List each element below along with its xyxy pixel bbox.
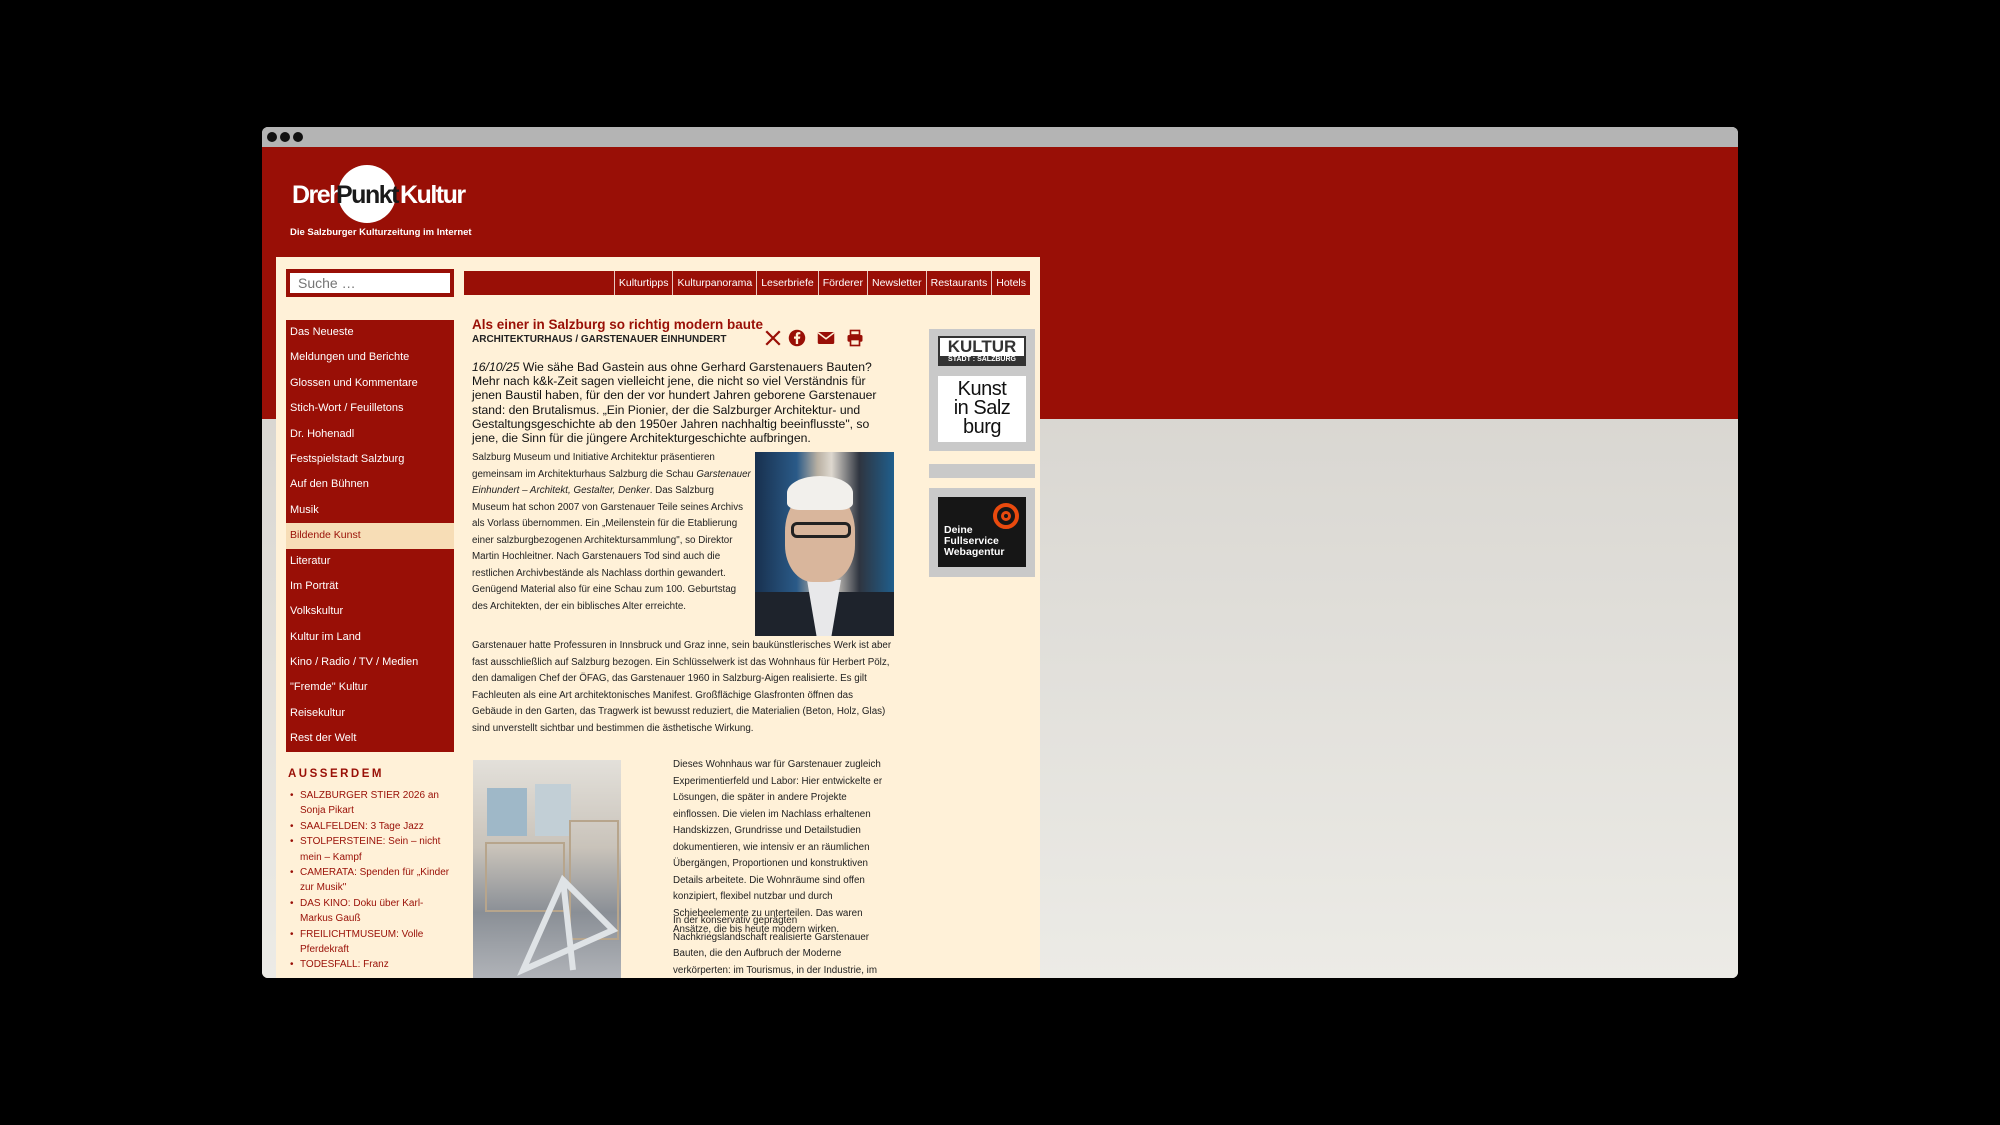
kunst-in-salzburg-banner[interactable]: KULTUR STADT : SALZBURG Kunst in Salz bur…	[929, 329, 1035, 451]
article-paragraph: Salzburg Museum und Initiative Architekt…	[472, 450, 752, 615]
share-bar	[764, 329, 884, 349]
topnav-kulturtipps[interactable]: Kulturtipps	[613, 271, 673, 295]
sidenav-item[interactable]: Rest der Welt	[286, 726, 454, 752]
article-text: . Das Salzburg Museum hat schon 2007 von…	[472, 485, 744, 612]
article-paragraph: Dieses Wohnhaus war für Garstenauer zugl…	[673, 759, 883, 935]
webagentur-banner[interactable]: Deine Fullservice Webagentur	[929, 488, 1035, 577]
aside-link[interactable]: CAMERATA: Spenden für „Kinder zur Musik"	[290, 865, 450, 896]
facebook-icon[interactable]	[788, 329, 808, 349]
aside-link[interactable]: TODESFALL: Franz	[290, 957, 450, 973]
sidenav-item[interactable]: Musik	[286, 497, 454, 524]
agency-logo-inner	[1001, 511, 1011, 521]
sidenav-item[interactable]: Festspielstadt Salzburg	[286, 446, 454, 473]
portrait-glasses	[791, 522, 851, 538]
logo-word-kultur: Kultur	[400, 181, 466, 209]
sidenav-item[interactable]: "Fremde" Kultur	[286, 675, 454, 701]
article-date: 16/10/25	[472, 360, 520, 374]
browser-window: Dreh Punkt Kultur Die Salzburger Kulturz…	[262, 127, 1738, 978]
portrait-hair	[787, 476, 853, 510]
sidenav-item[interactable]: Kultur im Land	[286, 624, 454, 651]
print-icon[interactable]	[846, 329, 866, 349]
window-minimize-control[interactable]	[280, 132, 290, 142]
aside-list: SALZBURGER STIER 2026 an Sonja Pikart SA…	[290, 788, 450, 973]
aside-link[interactable]: STOLPERSTEINE: Sein – nicht mein – Kampf	[290, 834, 450, 865]
sidenav-item[interactable]: Auf den Bühnen	[286, 472, 454, 498]
aside-link[interactable]: FREILICHTMUSEUM: Volle Pferdekraft	[290, 927, 450, 958]
topnav-newsletter[interactable]: Newsletter	[867, 271, 926, 295]
topnav-kulturpanorama[interactable]: Kulturpanorama	[672, 271, 756, 295]
agency-line: Webagentur	[944, 546, 1005, 558]
topnav-hotels[interactable]: Hotels	[991, 271, 1030, 295]
photo-board	[487, 788, 527, 836]
top-navigation: Kulturtipps Kulturpanorama Leserbriefe F…	[464, 271, 1030, 295]
page: Dreh Punkt Kultur Die Salzburger Kulturz…	[262, 147, 1738, 978]
sidenav-item[interactable]: Meldungen und Berichte	[286, 345, 454, 371]
webagentur-ad: Deine Fullservice Webagentur	[938, 497, 1026, 567]
photo-sculpture	[517, 874, 619, 976]
kunst-in-salzburg-logo: Kunst in Salz burg	[938, 376, 1026, 442]
aside-link[interactable]: SALZBURGER STIER 2026 an Sonja Pikart	[290, 788, 450, 819]
article-lead-text: Wie sähe Bad Gastein aus ohne Gerhard Ga…	[472, 360, 877, 446]
x-icon[interactable]	[764, 329, 784, 349]
aside-link[interactable]: SAALFELDEN: 3 Tage Jazz	[290, 819, 450, 835]
topnav-restaurants[interactable]: Restaurants	[925, 271, 992, 295]
aside-link[interactable]: DAS KINO: Doku über Karl-Markus Gauß	[290, 896, 450, 927]
content-area: Kulturtipps Kulturpanorama Leserbriefe F…	[276, 257, 1040, 978]
aside-title: AUSSERDEM	[288, 768, 384, 780]
window-titlebar	[262, 127, 1738, 147]
sidenav-item[interactable]: Dr. Hohenadl	[286, 421, 454, 447]
sidenav-item[interactable]: Literatur	[286, 548, 454, 574]
exhibition-photo	[473, 760, 621, 978]
sidenav-item[interactable]: Das Neueste	[286, 320, 454, 346]
sidenav-item[interactable]: Kino / Radio / TV / Medien	[286, 650, 454, 676]
kunst-line: burg	[962, 416, 1002, 438]
architect-portrait-image	[755, 452, 894, 636]
sidenav-item-active[interactable]: Bildende Kunst	[286, 523, 454, 549]
logo-word-punkt: Punkt	[336, 181, 399, 209]
search-box	[286, 269, 454, 297]
article-lead: 16/10/25 Wie sähe Bad Gastein aus ohne G…	[472, 360, 892, 445]
window-close-control[interactable]	[267, 132, 277, 142]
email-icon[interactable]	[817, 329, 837, 349]
logo-tagline: Die Salzburger Kulturzeitung im Internet	[290, 227, 472, 238]
agency-ad-text: Deine Fullservice Webagentur	[944, 525, 1004, 558]
ad-spacer	[929, 464, 1035, 478]
kultur-label: KULTUR	[947, 337, 1017, 356]
article-paragraph: Garstenauer hatte Professuren in Innsbru…	[472, 640, 892, 734]
kultur-stadt-salzburg-logo: KULTUR STADT : SALZBURG	[938, 336, 1026, 366]
article-paragraph: In der konservativ geprägten Nachkriegsl…	[673, 915, 877, 976]
sidenav-item[interactable]: Reisekultur	[286, 700, 454, 727]
topnav-leserbriefe[interactable]: Leserbriefe	[756, 271, 818, 295]
site-logo[interactable]: Dreh Punkt Kultur Die Salzburger Kulturz…	[290, 165, 490, 239]
kultur-sublabel: STADT : SALZBURG	[940, 356, 1024, 364]
side-navigation: Das Neueste Meldungen und Berichte Gloss…	[286, 320, 454, 752]
photo-board	[535, 784, 571, 836]
sidenav-item[interactable]: Im Porträt	[286, 573, 454, 600]
sidenav-item[interactable]: Stich-Wort / Feuilletons	[286, 396, 454, 422]
window-maximize-control[interactable]	[293, 132, 303, 142]
sidenav-item[interactable]: Volkskultur	[286, 599, 454, 625]
article-text: Salzburg Museum und Initiative Architekt…	[472, 452, 715, 480]
topnav-foerderer[interactable]: Förderer	[817, 271, 867, 295]
sidenav-item[interactable]: Glossen und Kommentare	[286, 370, 454, 397]
search-input[interactable]	[290, 273, 450, 293]
